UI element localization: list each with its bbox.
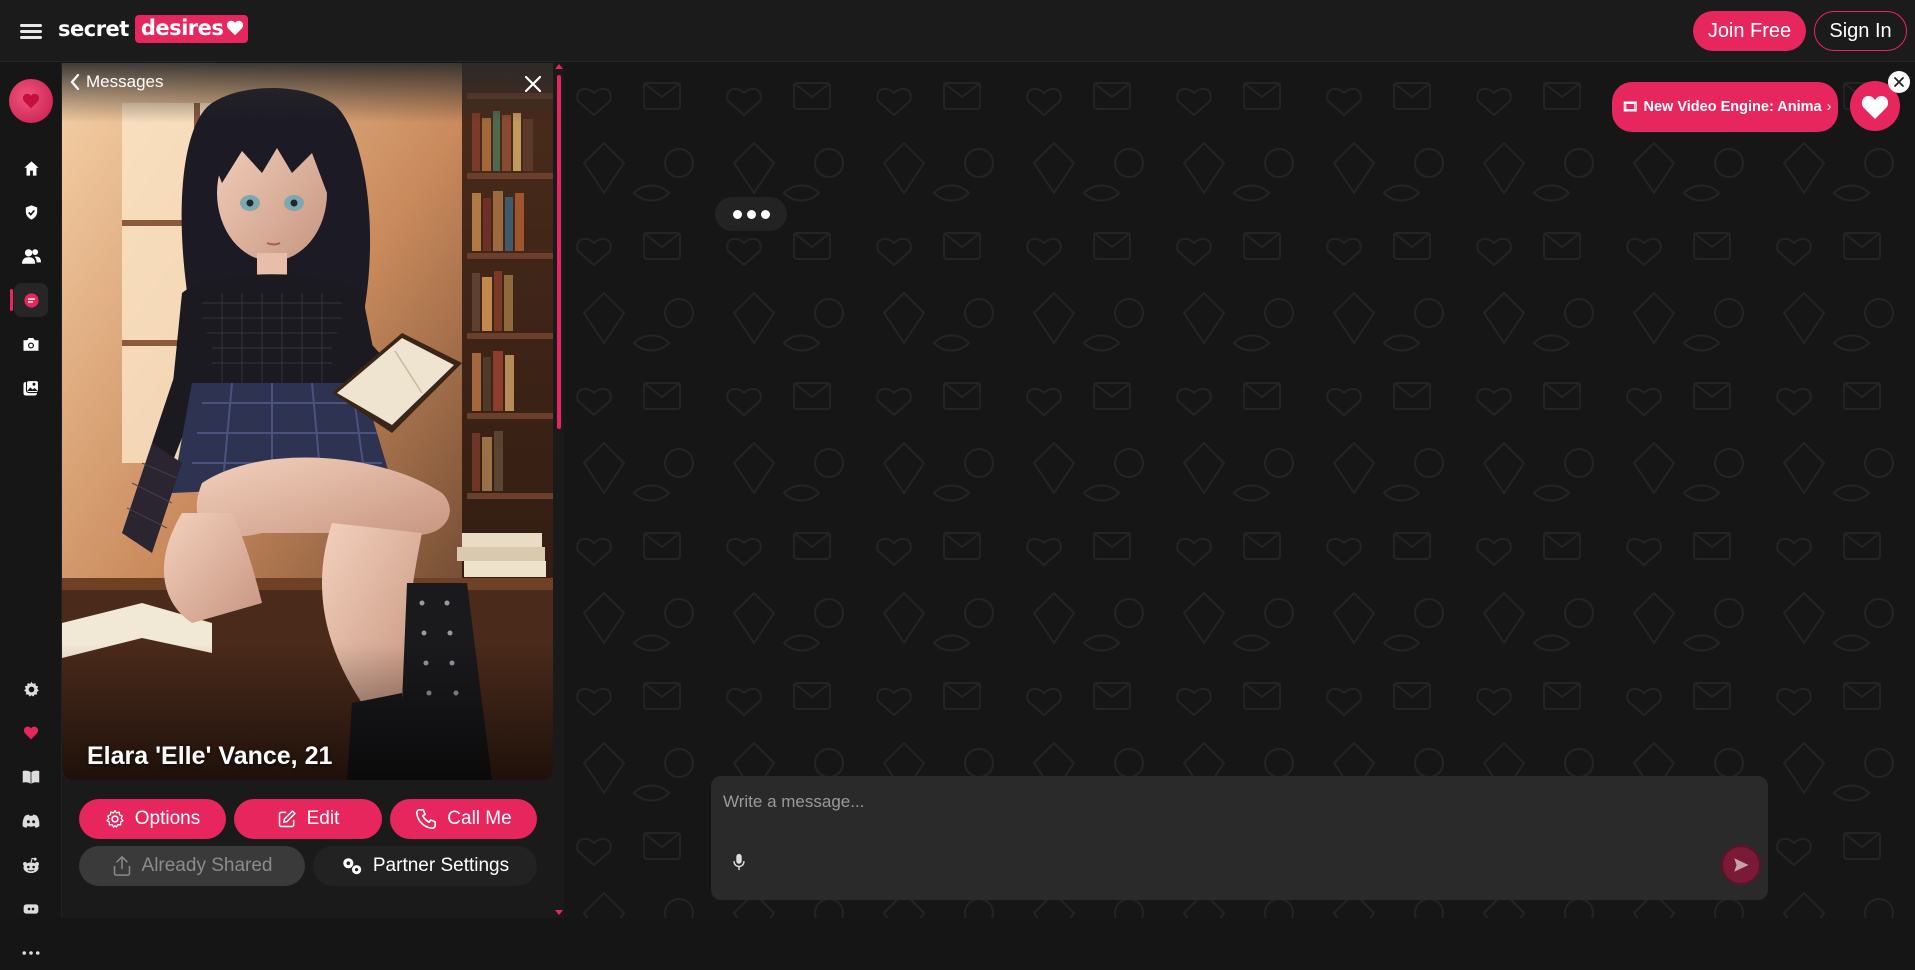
back-to-messages-link[interactable]: Messages bbox=[70, 72, 163, 92]
dismiss-promo-button[interactable] bbox=[1888, 71, 1910, 93]
partner-settings-label: Partner Settings bbox=[372, 855, 510, 876]
options-button[interactable]: Options bbox=[79, 799, 226, 839]
promo-label: New Video Engine: Anima bbox=[1643, 99, 1822, 115]
character-portrait: Messages Elara 'Elle' Vance, 21 bbox=[62, 63, 553, 780]
edit-label: Edit bbox=[306, 808, 340, 829]
nav-favorites[interactable] bbox=[14, 716, 48, 750]
microphone-button[interactable] bbox=[727, 850, 751, 874]
character-name: Elara 'Elle' Vance, 21 bbox=[87, 742, 333, 770]
logo[interactable]: secret desires bbox=[58, 14, 249, 44]
character-panel: Messages Elara 'Elle' Vance, 21 Options … bbox=[62, 63, 554, 918]
nav-community[interactable] bbox=[14, 239, 48, 273]
close-icon bbox=[1894, 77, 1904, 87]
gear-icon bbox=[106, 810, 124, 828]
share-icon bbox=[113, 855, 130, 876]
verified-heart-icon bbox=[25, 204, 37, 220]
close-panel-button[interactable] bbox=[522, 73, 544, 95]
reddit-icon bbox=[23, 857, 39, 873]
typing-dot bbox=[760, 209, 770, 219]
logo-heart-icon bbox=[227, 20, 244, 36]
home-icon bbox=[23, 160, 39, 176]
logo-word-desires-text: desires bbox=[140, 16, 224, 40]
scroll-up-arrow[interactable] bbox=[555, 64, 563, 69]
nav-home[interactable] bbox=[14, 151, 48, 185]
typing-indicator bbox=[715, 197, 787, 231]
nav-settings[interactable] bbox=[14, 672, 48, 706]
book-icon bbox=[22, 770, 40, 784]
join-free-button[interactable]: Join Free bbox=[1693, 11, 1806, 51]
nav-discord[interactable] bbox=[14, 804, 48, 838]
chat-area: 🎞 New Video Engine: Anima › bbox=[564, 63, 1915, 918]
logo-word-secret: secret bbox=[58, 17, 129, 41]
edit-button[interactable]: Edit bbox=[234, 799, 382, 839]
left-nav bbox=[0, 63, 62, 955]
panel-scrollbar[interactable] bbox=[554, 63, 564, 918]
message-composer bbox=[711, 776, 1768, 900]
typing-dot bbox=[746, 209, 756, 219]
scroll-down-arrow[interactable] bbox=[555, 910, 563, 915]
send-button[interactable] bbox=[1721, 845, 1761, 885]
scroll-thumb[interactable] bbox=[557, 75, 561, 429]
discord-icon bbox=[22, 814, 40, 828]
chevron-left-icon bbox=[70, 74, 80, 90]
logo-word-desires: desires bbox=[134, 15, 249, 43]
camera-icon bbox=[23, 338, 39, 351]
message-input[interactable] bbox=[711, 776, 1768, 838]
heart-icon bbox=[23, 726, 39, 740]
typing-dot bbox=[732, 209, 742, 219]
video-engine-promo-button[interactable]: 🎞 New Video Engine: Anima › bbox=[1612, 82, 1838, 132]
already-shared-button[interactable]: Already Shared bbox=[79, 846, 305, 886]
sign-in-button[interactable]: Sign In bbox=[1814, 11, 1907, 51]
call-me-label: Call Me bbox=[447, 808, 512, 829]
promo-arrow: › bbox=[1826, 99, 1832, 115]
user-avatar[interactable] bbox=[9, 79, 53, 123]
back-label: Messages bbox=[86, 72, 164, 91]
top-bar: secret desires Join Free Sign In bbox=[0, 0, 1915, 62]
send-icon bbox=[1734, 858, 1749, 872]
users-icon bbox=[21, 248, 41, 264]
nav-more[interactable] bbox=[14, 936, 48, 970]
nav-camera[interactable] bbox=[14, 327, 48, 361]
gallery-icon bbox=[23, 379, 40, 396]
partner-settings-button[interactable]: Partner Settings bbox=[313, 846, 537, 886]
chat-icon bbox=[23, 292, 39, 308]
heart-icon bbox=[22, 93, 40, 109]
edit-icon bbox=[278, 810, 296, 828]
microphone-icon bbox=[733, 853, 745, 871]
options-label: Options bbox=[134, 808, 201, 829]
nav-games[interactable] bbox=[14, 892, 48, 926]
call-me-button[interactable]: Call Me bbox=[390, 799, 537, 839]
phone-icon bbox=[416, 809, 437, 829]
partner-gear-icon bbox=[343, 858, 362, 875]
hamburger-menu-icon[interactable] bbox=[20, 22, 42, 40]
more-icon bbox=[22, 951, 40, 955]
nav-verified[interactable] bbox=[14, 195, 48, 229]
controller-icon bbox=[23, 904, 39, 914]
already-shared-label: Already Shared bbox=[141, 855, 273, 876]
character-illustration bbox=[62, 63, 553, 780]
close-icon bbox=[524, 75, 542, 93]
nav-gallery[interactable] bbox=[14, 371, 48, 405]
settings-icon bbox=[23, 681, 39, 697]
film-icon: 🎞 bbox=[1622, 99, 1639, 114]
nav-reddit[interactable] bbox=[14, 848, 48, 882]
nav-guide[interactable] bbox=[14, 760, 48, 794]
nav-chat[interactable] bbox=[10, 283, 48, 317]
